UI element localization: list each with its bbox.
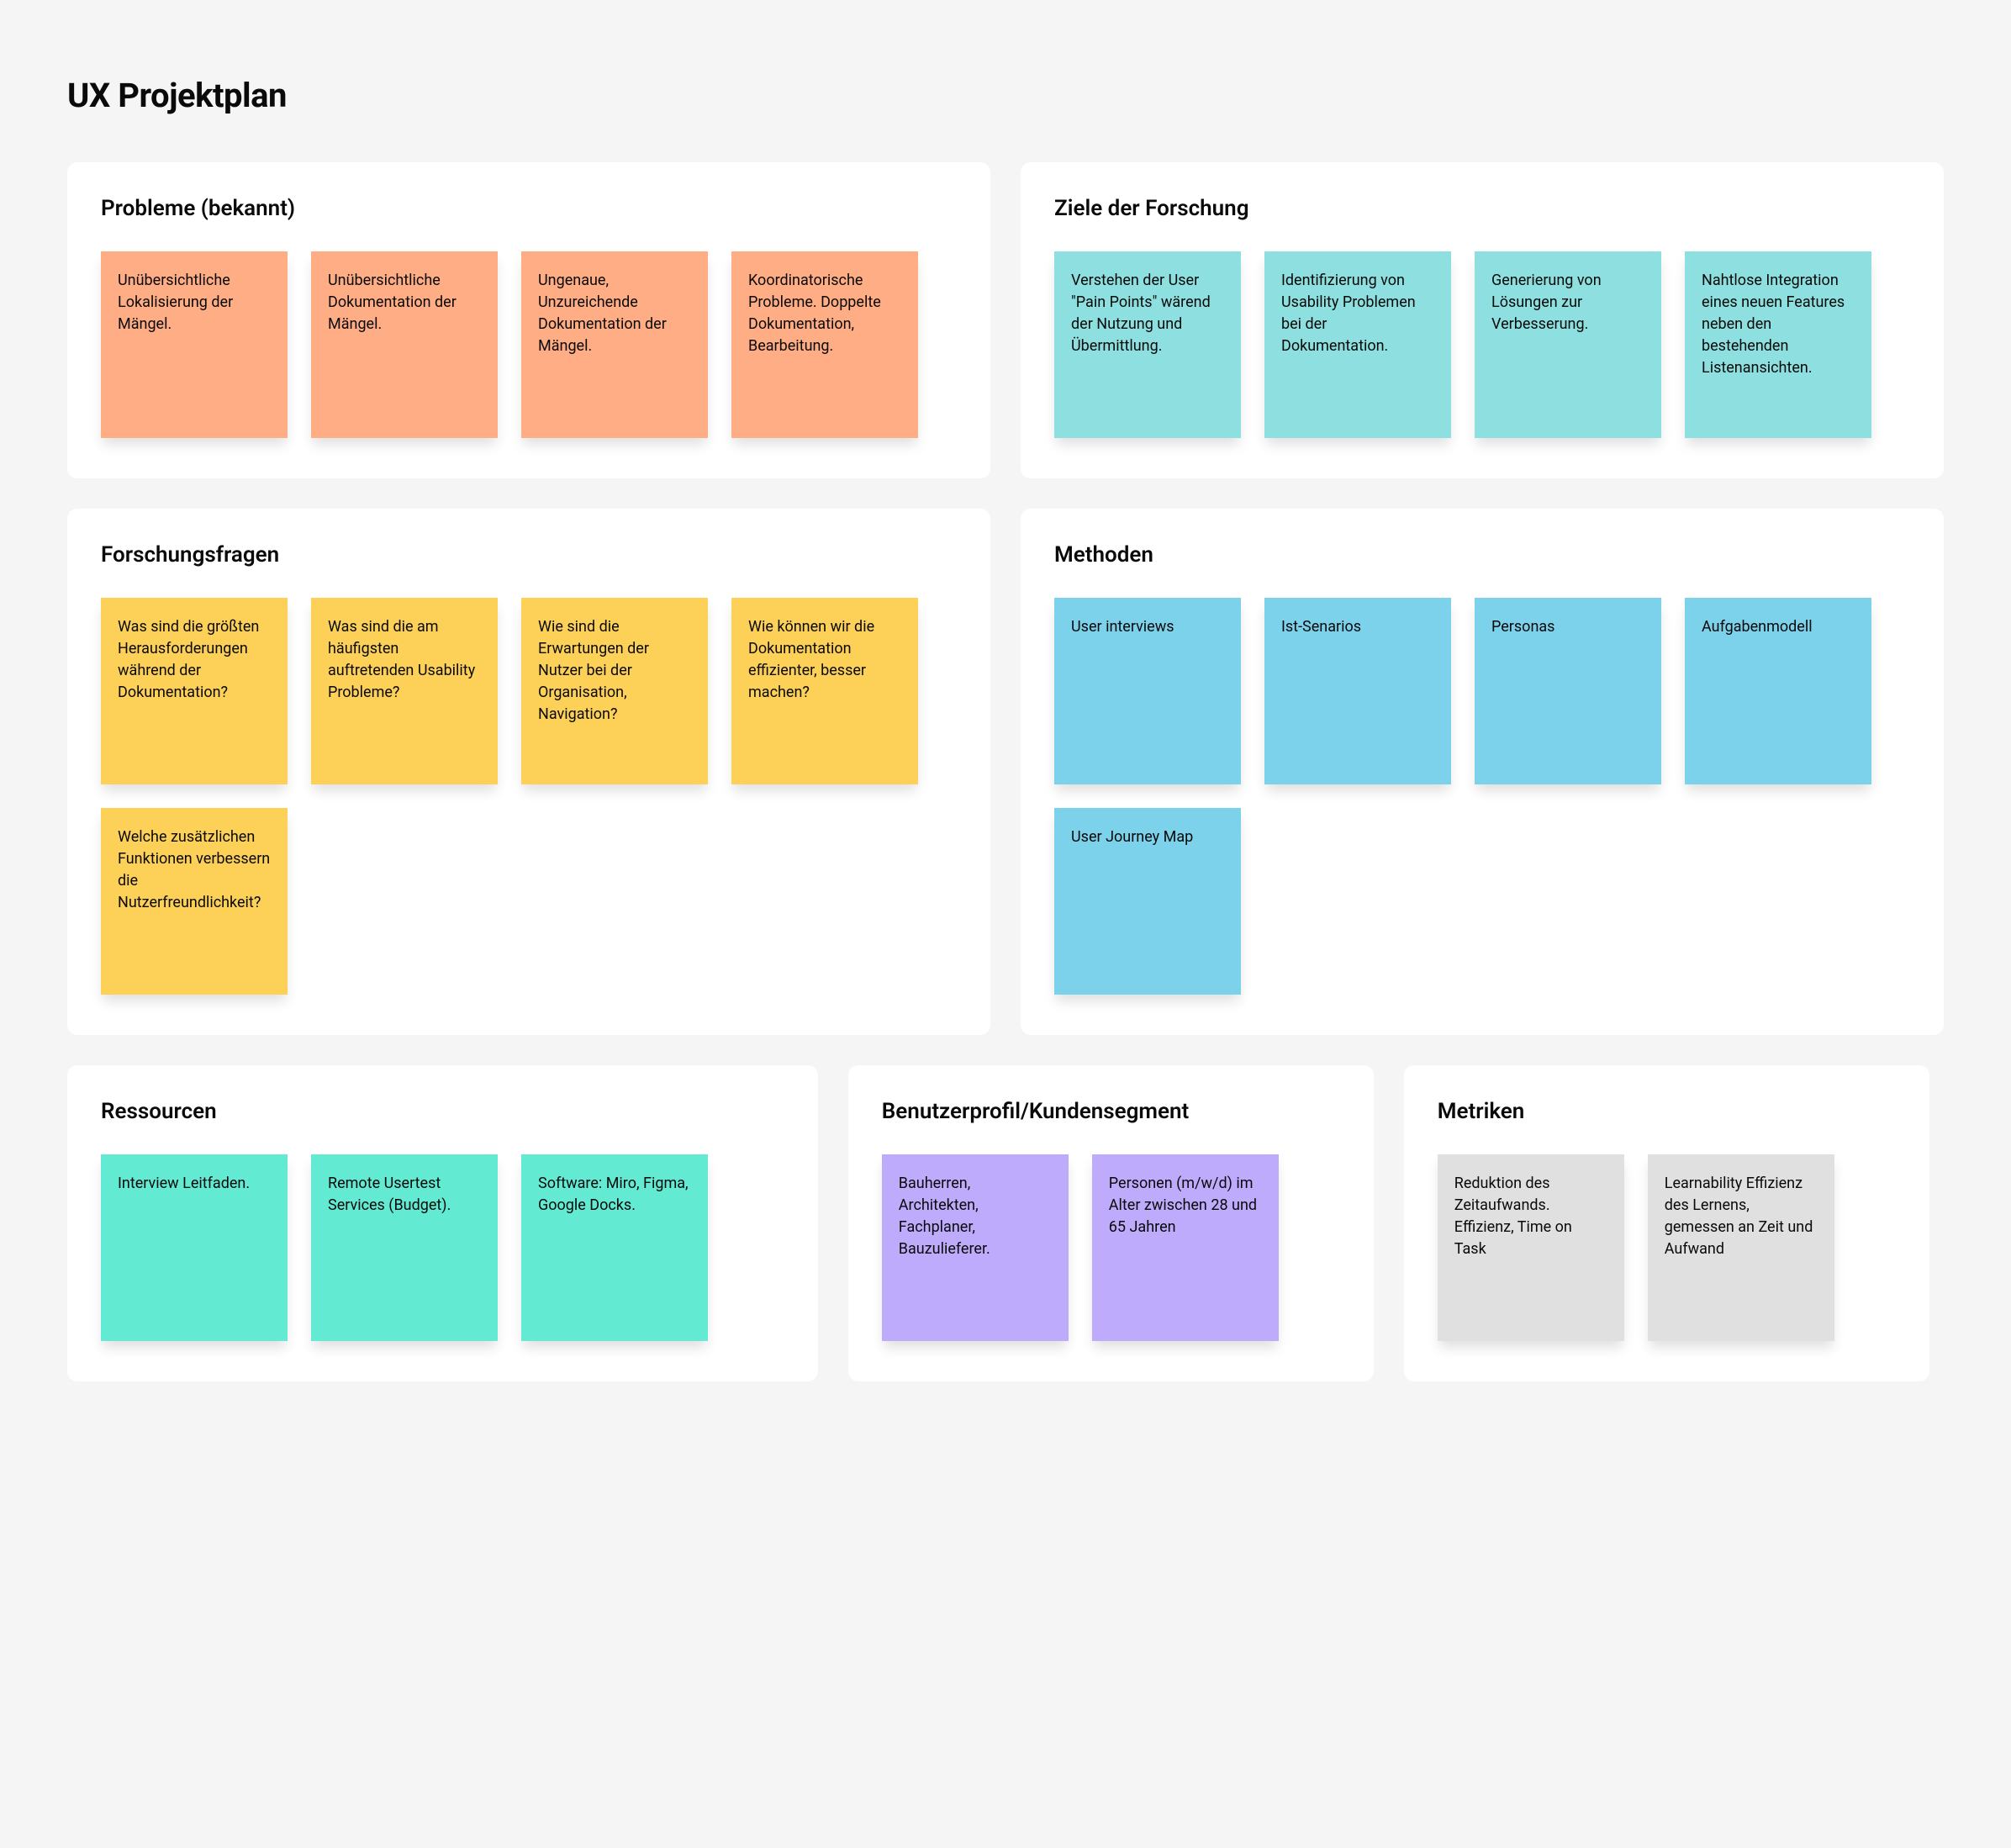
panel-questions: Forschungsfragen Was sind die größten He… bbox=[67, 509, 990, 1035]
sticky-note[interactable]: Identifizierung von Usability Problemen … bbox=[1264, 251, 1451, 438]
sticky-note[interactable]: Unübersichtliche Lokalisierung der Mänge… bbox=[101, 251, 288, 438]
panel-resources: Ressourcen Interview Leitfaden. Remote U… bbox=[67, 1065, 818, 1381]
sticky-note[interactable]: Interview Leitfaden. bbox=[101, 1154, 288, 1341]
panel-title-questions: Forschungsfragen bbox=[101, 542, 957, 568]
page-title: UX Projektplan bbox=[67, 76, 1944, 115]
sticky-note[interactable]: Nahtlose Integration eines neuen Feature… bbox=[1685, 251, 1871, 438]
notes-methods: User interviews Ist-Senarios Personas Au… bbox=[1054, 598, 1910, 995]
notes-profile: Bauherren, Architekten, Fachplaner, Bauz… bbox=[882, 1154, 1340, 1341]
panel-title-metrics: Metriken bbox=[1438, 1099, 1896, 1124]
sticky-note[interactable]: Reduktion des Zeitaufwands. Effizienz, T… bbox=[1438, 1154, 1624, 1341]
panel-methods: Methoden User interviews Ist-Senarios Pe… bbox=[1021, 509, 1944, 1035]
sticky-note[interactable]: Learnability Effizienz des Lernens, geme… bbox=[1648, 1154, 1834, 1341]
panel-title-profile: Benutzerprofil/Kundensegment bbox=[882, 1099, 1340, 1124]
sticky-note[interactable]: Was sind die größten Herausforderungen w… bbox=[101, 598, 288, 784]
panel-title-goals: Ziele der Forschung bbox=[1054, 196, 1910, 221]
row-3: Ressourcen Interview Leitfaden. Remote U… bbox=[67, 1065, 1944, 1381]
sticky-note[interactable]: Welche zusätzlichen Funktionen verbesser… bbox=[101, 808, 288, 995]
sticky-note[interactable]: Ungenaue, Unzureichende Dokumentation de… bbox=[521, 251, 708, 438]
notes-problems: Unübersichtliche Lokalisierung der Mänge… bbox=[101, 251, 957, 438]
sticky-note[interactable]: Wie sind die Erwartungen der Nutzer bei … bbox=[521, 598, 708, 784]
panel-problems: Probleme (bekannt) Unübersichtliche Loka… bbox=[67, 162, 990, 478]
sticky-note[interactable]: User Journey Map bbox=[1054, 808, 1241, 995]
sticky-note[interactable]: Was sind die am häufigsten auftretenden … bbox=[311, 598, 498, 784]
row-2: Forschungsfragen Was sind die größten He… bbox=[67, 509, 1944, 1035]
board: Probleme (bekannt) Unübersichtliche Loka… bbox=[67, 162, 1944, 1381]
notes-goals: Verstehen der User "Pain Points" wärend … bbox=[1054, 251, 1910, 438]
notes-metrics: Reduktion des Zeitaufwands. Effizienz, T… bbox=[1438, 1154, 1896, 1341]
sticky-note[interactable]: Unübersichtliche Dokumentation der Mänge… bbox=[311, 251, 498, 438]
sticky-note[interactable]: Remote Usertest Services (Budget). bbox=[311, 1154, 498, 1341]
sticky-note[interactable]: Generierung von Lösungen zur Verbesserun… bbox=[1475, 251, 1661, 438]
panel-goals: Ziele der Forschung Verstehen der User "… bbox=[1021, 162, 1944, 478]
notes-questions: Was sind die größten Herausforderungen w… bbox=[101, 598, 957, 995]
sticky-note[interactable]: Ist-Senarios bbox=[1264, 598, 1451, 784]
sticky-note[interactable]: Software: Miro, Figma, Google Docks. bbox=[521, 1154, 708, 1341]
sticky-note[interactable]: Personen (m/w/d) im Alter zwischen 28 un… bbox=[1092, 1154, 1279, 1341]
panel-title-methods: Methoden bbox=[1054, 542, 1910, 568]
sticky-note[interactable]: Verstehen der User "Pain Points" wärend … bbox=[1054, 251, 1241, 438]
sticky-note[interactable]: Wie können wir die Dokumentation effizie… bbox=[731, 598, 918, 784]
sticky-note[interactable]: Bauherren, Architekten, Fachplaner, Bauz… bbox=[882, 1154, 1069, 1341]
notes-resources: Interview Leitfaden. Remote Usertest Ser… bbox=[101, 1154, 784, 1341]
row-1: Probleme (bekannt) Unübersichtliche Loka… bbox=[67, 162, 1944, 478]
sticky-note[interactable]: Koordinatorische Probleme. Doppelte Doku… bbox=[731, 251, 918, 438]
panel-title-resources: Ressourcen bbox=[101, 1099, 784, 1124]
sticky-note[interactable]: Personas bbox=[1475, 598, 1661, 784]
panel-profile: Benutzerprofil/Kundensegment Bauherren, … bbox=[848, 1065, 1374, 1381]
sticky-note[interactable]: Aufgabenmodell bbox=[1685, 598, 1871, 784]
panel-title-problems: Probleme (bekannt) bbox=[101, 196, 957, 221]
panel-metrics: Metriken Reduktion des Zeitaufwands. Eff… bbox=[1404, 1065, 1929, 1381]
sticky-note[interactable]: User interviews bbox=[1054, 598, 1241, 784]
